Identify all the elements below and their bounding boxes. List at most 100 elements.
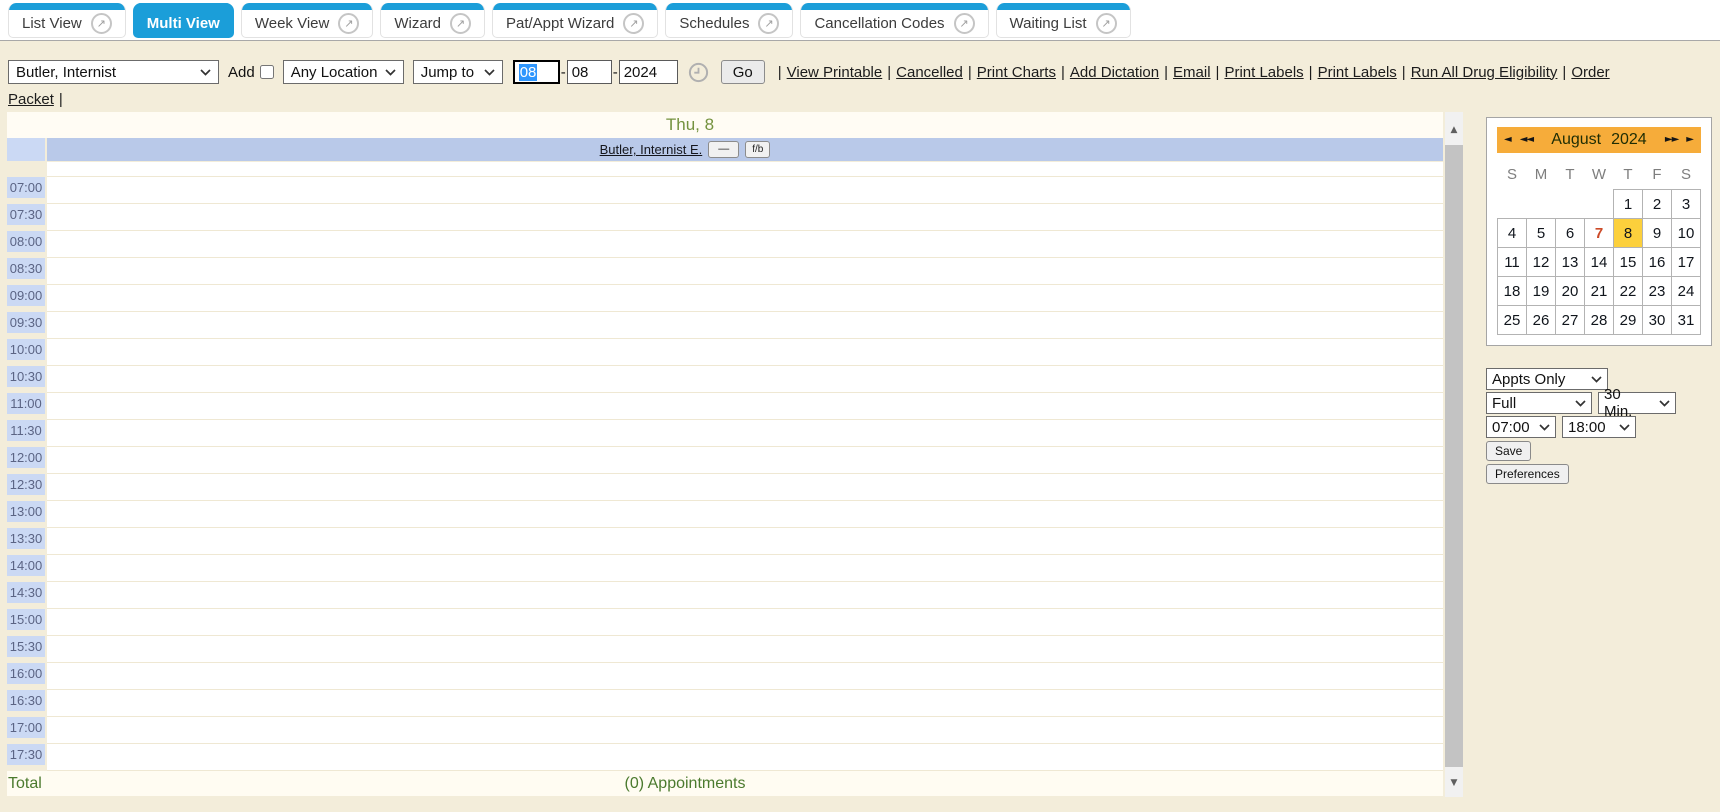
save-button[interactable]: Save xyxy=(1486,441,1531,461)
calendar-day-11[interactable]: 11 xyxy=(1498,248,1527,277)
open-in-new-window-icon[interactable]: ↗ xyxy=(623,13,644,34)
link-print-labels[interactable]: Print Labels xyxy=(1224,64,1303,81)
link-run-all-drug-eligibility[interactable]: Run All Drug Eligibility xyxy=(1411,64,1558,81)
calendar-day-28[interactable]: 28 xyxy=(1585,306,1614,335)
schedule-slot[interactable] xyxy=(47,312,1443,339)
schedule-slot[interactable] xyxy=(47,744,1443,771)
scrollbar-up-icon[interactable]: ▲ xyxy=(1445,126,1463,135)
calendar-day-10[interactable]: 10 xyxy=(1672,219,1701,248)
calendar-day-5[interactable]: 5 xyxy=(1527,219,1556,248)
tab-waiting-list[interactable]: Waiting List↗ xyxy=(996,3,1131,38)
calendar-day-1[interactable]: 1 xyxy=(1614,190,1643,219)
scrollbar-thumb[interactable] xyxy=(1445,145,1463,767)
link-add-dictation[interactable]: Add Dictation xyxy=(1070,64,1159,81)
collapse-column-button[interactable]: — xyxy=(708,141,739,158)
provider-column-link[interactable]: Butler, Internist E. xyxy=(600,142,703,157)
link-print-labels[interactable]: Print Labels xyxy=(1318,64,1397,81)
open-in-new-window-icon[interactable]: ↗ xyxy=(758,13,779,34)
link-packet[interactable]: Packet xyxy=(8,91,54,108)
tab-list-view[interactable]: List View↗ xyxy=(8,3,126,38)
link-view-printable[interactable]: View Printable xyxy=(787,64,883,81)
calendar-day-8[interactable]: 8 xyxy=(1614,219,1643,248)
appts-filter-select[interactable]: Appts Only xyxy=(1486,368,1608,390)
calendar-day-18[interactable]: 18 xyxy=(1498,277,1527,306)
start-time-select[interactable]: 07:00 xyxy=(1486,416,1556,438)
open-in-new-window-icon[interactable]: ↗ xyxy=(338,13,359,34)
calendar-day-4[interactable]: 4 xyxy=(1498,219,1527,248)
preferences-button[interactable]: Preferences xyxy=(1486,464,1569,484)
add-checkbox[interactable] xyxy=(260,65,274,79)
schedule-slot[interactable] xyxy=(47,204,1443,231)
scrollbar-down-icon[interactable]: ▼ xyxy=(1445,779,1463,788)
tab-schedules[interactable]: Schedules↗ xyxy=(665,3,793,38)
schedule-slot[interactable] xyxy=(47,717,1443,744)
calendar-day-31[interactable]: 31 xyxy=(1672,306,1701,335)
schedule-slot[interactable] xyxy=(47,420,1443,447)
calendar-day-9[interactable]: 9 xyxy=(1643,219,1672,248)
date-year-input[interactable]: 2024 xyxy=(619,60,678,84)
size-select[interactable]: Full xyxy=(1486,392,1592,414)
calendar-day-17[interactable]: 17 xyxy=(1672,248,1701,277)
calendar-day-12[interactable]: 12 xyxy=(1527,248,1556,277)
date-month-input[interactable]: 08 xyxy=(513,60,560,84)
calendar-day-29[interactable]: 29 xyxy=(1614,306,1643,335)
schedule-slot[interactable] xyxy=(47,177,1443,204)
link-order[interactable]: Order xyxy=(1571,64,1609,81)
schedule-slot[interactable] xyxy=(47,690,1443,717)
schedule-slot[interactable] xyxy=(47,447,1443,474)
calendar-prev-year-icon[interactable]: ◄ xyxy=(1504,135,1512,145)
schedule-slot[interactable] xyxy=(47,231,1443,258)
calendar-day-16[interactable]: 16 xyxy=(1643,248,1672,277)
schedule-slot[interactable] xyxy=(47,555,1443,582)
open-in-new-window-icon[interactable]: ↗ xyxy=(450,13,471,34)
calendar-day-21[interactable]: 21 xyxy=(1585,277,1614,306)
tab-multi-view[interactable]: Multi View xyxy=(133,3,234,38)
schedule-slot[interactable] xyxy=(47,582,1443,609)
calendar-day-13[interactable]: 13 xyxy=(1556,248,1585,277)
schedule-slot[interactable] xyxy=(47,339,1443,366)
tab-pat-appt-wizard[interactable]: Pat/Appt Wizard↗ xyxy=(492,3,658,38)
calendar-day-23[interactable]: 23 xyxy=(1643,277,1672,306)
calendar-day-19[interactable]: 19 xyxy=(1527,277,1556,306)
schedule-slot[interactable] xyxy=(47,474,1443,501)
link-cancelled[interactable]: Cancelled xyxy=(896,64,963,81)
interval-select[interactable]: 30 Min. xyxy=(1598,392,1676,414)
calendar-day-2[interactable]: 2 xyxy=(1643,190,1672,219)
open-in-new-window-icon[interactable]: ↗ xyxy=(1096,13,1117,34)
jump-to-select[interactable]: Jump to xyxy=(413,60,503,84)
schedule-slot[interactable] xyxy=(47,636,1443,663)
schedule-slot[interactable] xyxy=(47,393,1443,420)
schedule-slot[interactable] xyxy=(47,528,1443,555)
calendar-prev-month-icon[interactable]: ◄◄ xyxy=(1520,135,1533,145)
schedule-slot[interactable] xyxy=(47,366,1443,393)
provider-select[interactable]: Butler, Internist xyxy=(8,60,219,84)
vertical-scrollbar[interactable]: ▲ ▼ xyxy=(1445,112,1463,797)
calendar-day-24[interactable]: 24 xyxy=(1672,277,1701,306)
open-in-new-window-icon[interactable]: ↗ xyxy=(91,13,112,34)
calendar-day-7[interactable]: 7 xyxy=(1585,219,1614,248)
schedule-slot[interactable] xyxy=(47,609,1443,636)
calendar-day-15[interactable]: 15 xyxy=(1614,248,1643,277)
schedule-slot[interactable] xyxy=(47,285,1443,312)
tab-wizard[interactable]: Wizard↗ xyxy=(380,3,485,38)
tab-cancellation-codes[interactable]: Cancellation Codes↗ xyxy=(800,3,988,38)
calendar-day-25[interactable]: 25 xyxy=(1498,306,1527,335)
end-time-select[interactable]: 18:00 xyxy=(1562,416,1636,438)
schedule-slot[interactable] xyxy=(47,501,1443,528)
link-print-charts[interactable]: Print Charts xyxy=(977,64,1056,81)
spacer-slot[interactable] xyxy=(47,162,1443,177)
calendar-day-20[interactable]: 20 xyxy=(1556,277,1585,306)
calendar-day-6[interactable]: 6 xyxy=(1556,219,1585,248)
time-picker-icon[interactable] xyxy=(688,62,709,83)
fb-button[interactable]: f/b xyxy=(745,141,770,158)
schedule-slot[interactable] xyxy=(47,258,1443,285)
calendar-day-22[interactable]: 22 xyxy=(1614,277,1643,306)
calendar-day-3[interactable]: 3 xyxy=(1672,190,1701,219)
calendar-next-month-icon[interactable]: ►► xyxy=(1665,135,1678,145)
date-day-input[interactable]: 08 xyxy=(567,60,612,84)
calendar-day-14[interactable]: 14 xyxy=(1585,248,1614,277)
tab-week-view[interactable]: Week View↗ xyxy=(241,3,373,38)
go-button[interactable]: Go xyxy=(721,60,765,84)
calendar-next-year-icon[interactable]: ► xyxy=(1686,135,1694,145)
open-in-new-window-icon[interactable]: ↗ xyxy=(954,13,975,34)
